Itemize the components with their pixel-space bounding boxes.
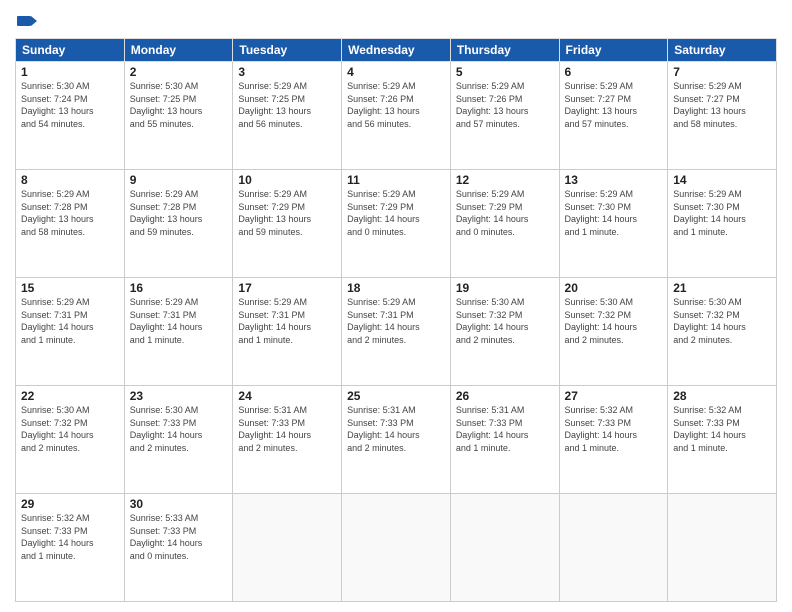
calendar-day-12: 12Sunrise: 5:29 AM Sunset: 7:29 PM Dayli… — [450, 170, 559, 278]
weekday-header-row: SundayMondayTuesdayWednesdayThursdayFrid… — [16, 39, 777, 62]
calendar-day-6: 6Sunrise: 5:29 AM Sunset: 7:27 PM Daylig… — [559, 62, 668, 170]
calendar-day-29: 29Sunrise: 5:32 AM Sunset: 7:33 PM Dayli… — [16, 494, 125, 602]
logo-icon — [15, 10, 37, 32]
calendar-day-11: 11Sunrise: 5:29 AM Sunset: 7:29 PM Dayli… — [342, 170, 451, 278]
calendar-empty — [559, 494, 668, 602]
calendar-day-27: 27Sunrise: 5:32 AM Sunset: 7:33 PM Dayli… — [559, 386, 668, 494]
calendar-table: SundayMondayTuesdayWednesdayThursdayFrid… — [15, 38, 777, 602]
calendar-day-1: 1Sunrise: 5:30 AM Sunset: 7:24 PM Daylig… — [16, 62, 125, 170]
calendar-week-3: 15Sunrise: 5:29 AM Sunset: 7:31 PM Dayli… — [16, 278, 777, 386]
calendar-day-8: 8Sunrise: 5:29 AM Sunset: 7:28 PM Daylig… — [16, 170, 125, 278]
weekday-header-tuesday: Tuesday — [233, 39, 342, 62]
calendar-empty — [450, 494, 559, 602]
calendar-day-25: 25Sunrise: 5:31 AM Sunset: 7:33 PM Dayli… — [342, 386, 451, 494]
calendar-day-23: 23Sunrise: 5:30 AM Sunset: 7:33 PM Dayli… — [124, 386, 233, 494]
calendar-week-1: 1Sunrise: 5:30 AM Sunset: 7:24 PM Daylig… — [16, 62, 777, 170]
weekday-header-sunday: Sunday — [16, 39, 125, 62]
calendar-day-19: 19Sunrise: 5:30 AM Sunset: 7:32 PM Dayli… — [450, 278, 559, 386]
calendar-empty — [342, 494, 451, 602]
calendar-day-10: 10Sunrise: 5:29 AM Sunset: 7:29 PM Dayli… — [233, 170, 342, 278]
calendar-day-4: 4Sunrise: 5:29 AM Sunset: 7:26 PM Daylig… — [342, 62, 451, 170]
calendar-day-7: 7Sunrise: 5:29 AM Sunset: 7:27 PM Daylig… — [668, 62, 777, 170]
calendar-day-13: 13Sunrise: 5:29 AM Sunset: 7:30 PM Dayli… — [559, 170, 668, 278]
calendar-week-4: 22Sunrise: 5:30 AM Sunset: 7:32 PM Dayli… — [16, 386, 777, 494]
logo — [15, 10, 39, 32]
calendar-day-14: 14Sunrise: 5:29 AM Sunset: 7:30 PM Dayli… — [668, 170, 777, 278]
header — [15, 10, 777, 32]
calendar-day-28: 28Sunrise: 5:32 AM Sunset: 7:33 PM Dayli… — [668, 386, 777, 494]
calendar-day-30: 30Sunrise: 5:33 AM Sunset: 7:33 PM Dayli… — [124, 494, 233, 602]
page: SundayMondayTuesdayWednesdayThursdayFrid… — [0, 0, 792, 612]
calendar-day-17: 17Sunrise: 5:29 AM Sunset: 7:31 PM Dayli… — [233, 278, 342, 386]
weekday-header-friday: Friday — [559, 39, 668, 62]
calendar-day-5: 5Sunrise: 5:29 AM Sunset: 7:26 PM Daylig… — [450, 62, 559, 170]
calendar-empty — [233, 494, 342, 602]
calendar-day-18: 18Sunrise: 5:29 AM Sunset: 7:31 PM Dayli… — [342, 278, 451, 386]
calendar-day-20: 20Sunrise: 5:30 AM Sunset: 7:32 PM Dayli… — [559, 278, 668, 386]
calendar-day-16: 16Sunrise: 5:29 AM Sunset: 7:31 PM Dayli… — [124, 278, 233, 386]
weekday-header-monday: Monday — [124, 39, 233, 62]
calendar-day-9: 9Sunrise: 5:29 AM Sunset: 7:28 PM Daylig… — [124, 170, 233, 278]
weekday-header-thursday: Thursday — [450, 39, 559, 62]
calendar-empty — [668, 494, 777, 602]
calendar-day-15: 15Sunrise: 5:29 AM Sunset: 7:31 PM Dayli… — [16, 278, 125, 386]
calendar-day-2: 2Sunrise: 5:30 AM Sunset: 7:25 PM Daylig… — [124, 62, 233, 170]
calendar-week-5: 29Sunrise: 5:32 AM Sunset: 7:33 PM Dayli… — [16, 494, 777, 602]
calendar-week-2: 8Sunrise: 5:29 AM Sunset: 7:28 PM Daylig… — [16, 170, 777, 278]
calendar-day-21: 21Sunrise: 5:30 AM Sunset: 7:32 PM Dayli… — [668, 278, 777, 386]
calendar-day-24: 24Sunrise: 5:31 AM Sunset: 7:33 PM Dayli… — [233, 386, 342, 494]
weekday-header-wednesday: Wednesday — [342, 39, 451, 62]
calendar-day-3: 3Sunrise: 5:29 AM Sunset: 7:25 PM Daylig… — [233, 62, 342, 170]
calendar-day-22: 22Sunrise: 5:30 AM Sunset: 7:32 PM Dayli… — [16, 386, 125, 494]
weekday-header-saturday: Saturday — [668, 39, 777, 62]
calendar-day-26: 26Sunrise: 5:31 AM Sunset: 7:33 PM Dayli… — [450, 386, 559, 494]
